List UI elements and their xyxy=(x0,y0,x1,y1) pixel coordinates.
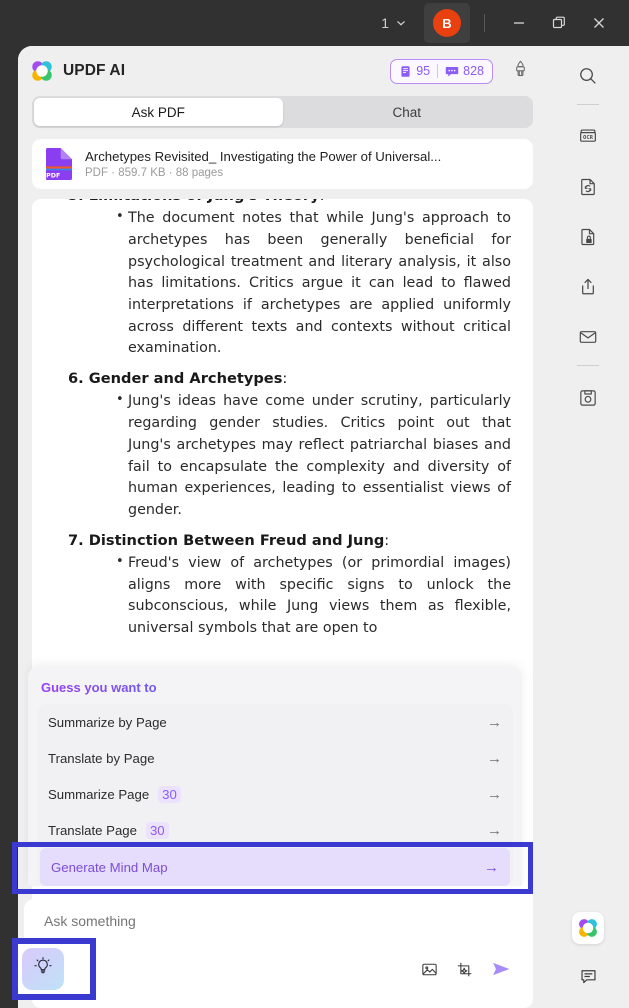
brush-icon xyxy=(511,59,530,83)
page-indicator-dropdown[interactable]: 1 xyxy=(375,11,414,35)
svg-text:PDF: PDF xyxy=(46,172,60,179)
document-info: PDF · 859.7 KB · 88 pages xyxy=(85,167,224,179)
restore-button[interactable] xyxy=(539,3,579,43)
send-button[interactable] xyxy=(490,959,512,979)
answer-section-heading-text: 5. Limitations of Jung's Theory xyxy=(68,199,320,204)
search-icon[interactable] xyxy=(568,56,608,96)
arrow-right-icon: → xyxy=(484,858,499,876)
suggestion-summarize-by-page[interactable]: Summarize by Page → xyxy=(37,704,513,740)
lightbulb-icon xyxy=(32,956,54,983)
answer-bullet-list: Jung's ideas have come under scrutiny, p… xyxy=(54,390,511,521)
protect-icon[interactable] xyxy=(568,217,608,257)
page-indicator-label: 1 xyxy=(381,15,389,31)
comment-icon[interactable] xyxy=(568,956,608,996)
share-icon[interactable] xyxy=(568,267,608,307)
answer-section-heading-suffix: : xyxy=(384,531,390,549)
document-meta: Archetypes Revisited_ Investigating the … xyxy=(85,149,441,179)
doc-credits: 95 xyxy=(399,64,430,78)
suggestion-label: Summarize Page xyxy=(48,786,150,802)
mode-tabs: Ask PDF Chat xyxy=(32,96,533,128)
answer-section-heading: 6. Gender and Archetypes: xyxy=(68,368,511,389)
document-card[interactable]: PDF Archetypes Revisited_ Investigating … xyxy=(32,139,533,189)
titlebar: 1 B xyxy=(0,0,629,46)
suggestion-label: Translate Page xyxy=(48,822,137,838)
answer-section-heading-suffix: : xyxy=(320,199,325,204)
suggestion-summarize-page[interactable]: Summarize Page 30 → xyxy=(37,776,513,812)
insert-image-icon[interactable] xyxy=(420,960,439,979)
suggestion-translate-by-page[interactable]: Translate by Page → xyxy=(37,740,513,776)
tab-chat[interactable]: Chat xyxy=(283,98,532,126)
ocr-icon[interactable]: OCR xyxy=(568,117,608,157)
answer-section-heading: 7. Distinction Between Freud and Jung: xyxy=(68,530,511,551)
tab-ask-pdf[interactable]: Ask PDF xyxy=(34,98,283,126)
answer-content: 5. Limitations of Jung's Theory: The doc… xyxy=(32,199,533,648)
app-root: 1 B UPDF AI 95 828 Ask PDF Chat PDF Arch… xyxy=(0,0,629,1008)
arrow-right-icon: → xyxy=(487,713,502,731)
suggestions-title: Guess you want to xyxy=(28,680,170,704)
credits-separator xyxy=(437,64,439,78)
arrow-right-icon: → xyxy=(487,749,502,767)
answer-bullet-list: The document notes that while Jung's app… xyxy=(54,207,511,360)
mode-tabs-wrapper: Ask PDF Chat xyxy=(18,96,547,128)
answer-bullet-list: Freud's view of archetypes (or primordia… xyxy=(54,552,511,640)
list-item: The document notes that while Jung's app… xyxy=(116,207,511,360)
answer-section-heading-text: 6. Gender and Archetypes xyxy=(68,370,283,388)
screenshot-area-icon[interactable] xyxy=(455,960,474,979)
ai-panel-title: UPDF AI xyxy=(63,62,126,79)
titlebar-divider xyxy=(484,14,485,32)
restore-window-icon xyxy=(551,15,567,31)
answer-section-heading-suffix: : xyxy=(282,370,288,388)
list-item: Jung's ideas have come under scrutiny, p… xyxy=(116,390,511,521)
toolbar-divider xyxy=(577,365,599,366)
minimize-button[interactable] xyxy=(499,3,539,43)
doc-credit-count: 95 xyxy=(416,64,431,78)
updf-ai-logo-icon xyxy=(30,59,63,83)
right-toolbar: OCR xyxy=(547,46,629,1008)
chat-credits: 828 xyxy=(445,64,484,78)
email-icon[interactable] xyxy=(568,317,608,357)
document-card-wrapper: PDF Archetypes Revisited_ Investigating … xyxy=(18,128,547,189)
avatar: B xyxy=(433,9,461,37)
pdf-file-icon: PDF xyxy=(44,147,85,181)
composer-actions xyxy=(420,959,512,979)
suggestion-page-number[interactable]: 30 xyxy=(158,785,181,803)
arrow-right-icon: → xyxy=(487,821,502,839)
toolbar-divider xyxy=(577,104,599,105)
answer-section-heading-text: 7. Distinction Between Freud and Jung xyxy=(68,531,385,549)
convert-icon[interactable] xyxy=(568,167,608,207)
ai-panel-header: UPDF AI 95 828 xyxy=(18,46,547,96)
chat-credit-icon xyxy=(445,65,459,78)
suggestion-label: Translate by Page xyxy=(48,750,155,766)
close-icon xyxy=(591,15,607,31)
answer-section-heading: 5. Limitations of Jung's Theory: xyxy=(68,199,511,206)
arrow-right-icon: → xyxy=(487,785,502,803)
save-icon[interactable] xyxy=(568,378,608,418)
suggestion-label: Generate Mind Map xyxy=(51,859,168,875)
document-name: Archetypes Revisited_ Investigating the … xyxy=(85,149,442,164)
updf-ai-logo-icon[interactable] xyxy=(572,912,604,944)
user-avatar-button[interactable]: B xyxy=(424,3,470,43)
suggestion-label: Summarize by Page xyxy=(48,714,167,730)
clear-brush-button[interactable] xyxy=(507,58,533,84)
chevron-down-icon xyxy=(394,16,408,30)
close-button[interactable] xyxy=(579,3,619,43)
credits-badge[interactable]: 95 828 xyxy=(390,58,493,84)
suggestion-generate-mind-map[interactable]: Generate Mind Map → xyxy=(40,848,510,886)
composer xyxy=(24,899,528,989)
chat-credit-count: 828 xyxy=(463,64,484,78)
search-input[interactable] xyxy=(44,913,484,929)
svg-text:OCR: OCR xyxy=(583,135,594,141)
suggestion-page-number[interactable]: 30 xyxy=(145,821,169,839)
document-credit-icon xyxy=(399,65,412,78)
suggestions-toggle-button[interactable] xyxy=(22,948,64,990)
suggestions-list: Summarize by Page → Translate by Page → … xyxy=(37,704,513,886)
suggestion-translate-page[interactable]: Translate Page 30 → xyxy=(37,812,513,848)
list-item: Freud's view of archetypes (or primordia… xyxy=(116,552,511,640)
suggestions-panel: Guess you want to Summarize by Page → Tr… xyxy=(28,667,522,886)
minimize-icon xyxy=(511,15,527,31)
answer-content-card[interactable]: 5. Limitations of Jung's Theory: The doc… xyxy=(32,199,533,1008)
